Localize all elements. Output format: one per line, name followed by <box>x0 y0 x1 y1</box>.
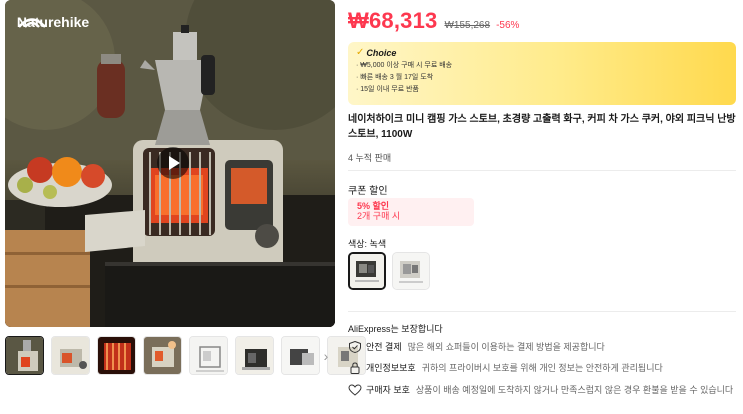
coupon-label: 쿠폰 할인 <box>348 186 388 197</box>
thumbnail[interactable] <box>97 336 136 375</box>
divider <box>348 311 736 312</box>
choice-benefit: · ₩5,000 이상 구매 시 무료 배송 <box>356 62 453 69</box>
choice-benefit: · 빠른 배송 3 월 17일 도착 <box>356 74 434 81</box>
coupon-condition: 2개 구매 시 <box>357 211 401 221</box>
current-price: ₩68,313 <box>348 8 438 33</box>
thumbnail[interactable] <box>143 336 182 375</box>
assurance-title: AliExpress는 보장합니다 <box>348 324 443 334</box>
main-product-image[interactable]: Naturehike <box>5 0 335 327</box>
lock-icon <box>350 362 360 374</box>
assurance-text: 많은 해외 쇼퍼들이 이용하는 결제 방법을 제공합니다 <box>407 342 605 352</box>
coupon-card[interactable]: 5% 할인 2개 구매 시 <box>348 198 474 226</box>
original-price: ₩155,268 <box>444 20 491 31</box>
color-label: 색상: 녹색 <box>348 239 387 249</box>
thumbnail[interactable] <box>5 336 44 375</box>
chevron-right-icon[interactable]: › <box>316 346 336 366</box>
color-swatch-silver[interactable] <box>392 252 430 290</box>
product-title: 네이처하이크 미니 캠핑 가스 스토브, 초경량 고출력 화구, 커피 차 가스… <box>348 114 736 140</box>
brand-logo: Naturehike <box>17 14 89 30</box>
choice-banner[interactable]: ✓ Choice · ₩5,000 이상 구매 시 무료 배송 · 빠른 배송 … <box>348 42 736 105</box>
assurance-item-secure-payment: 안전 결제 많은 해외 쇼퍼들이 이용하는 결제 방법을 제공합니다 <box>348 341 738 353</box>
assurance-item-buyer-protection: 구매자 보호 상품이 배송 예정일에 도착하지 않거나 만족스럽지 않은 경우 … <box>348 384 738 396</box>
thumbnail[interactable] <box>281 336 320 375</box>
heart-shield-icon <box>348 384 362 396</box>
assurance-item-privacy: 개인정보보호 귀하의 프라이버시 보호를 위해 개인 정보는 안전하게 관리됩니… <box>348 362 738 374</box>
assurance-text: 귀하의 프라이버시 보호를 위해 개인 정보는 안전하게 관리됩니다 <box>421 363 663 373</box>
assurance-heading: 안전 결제 <box>366 342 402 352</box>
thumbnail-strip <box>5 336 366 375</box>
color-swatch-green[interactable] <box>348 252 386 290</box>
assurance-text: 상품이 배송 예정일에 도착하지 않거나 만족스럽지 않은 경우 환불을 받을 … <box>415 385 734 395</box>
choice-badge: ✓ Choice <box>356 47 397 58</box>
thumbnail[interactable] <box>51 336 90 375</box>
play-video-button[interactable] <box>157 147 189 179</box>
sold-count: 4 누적 판매 <box>348 153 392 163</box>
coupon-discount: 5% 할인 <box>357 201 390 211</box>
play-icon <box>169 156 180 170</box>
color-swatches <box>348 252 430 290</box>
thumbnail[interactable] <box>235 336 274 375</box>
checkmark-icon: ✓ <box>356 47 365 58</box>
thumbnail[interactable] <box>189 336 228 375</box>
assurance-heading: 개인정보보호 <box>366 363 416 373</box>
choice-benefit: · 15일 이내 무료 반품 <box>356 86 419 93</box>
discount-badge: -56% <box>496 20 520 31</box>
shield-check-icon <box>349 341 361 353</box>
price-row: ₩68,313 ₩155,268 -56% <box>348 8 519 34</box>
divider <box>348 170 736 171</box>
assurance-heading: 구매자 보호 <box>366 385 410 395</box>
mountain-logo-icon <box>18 18 46 28</box>
